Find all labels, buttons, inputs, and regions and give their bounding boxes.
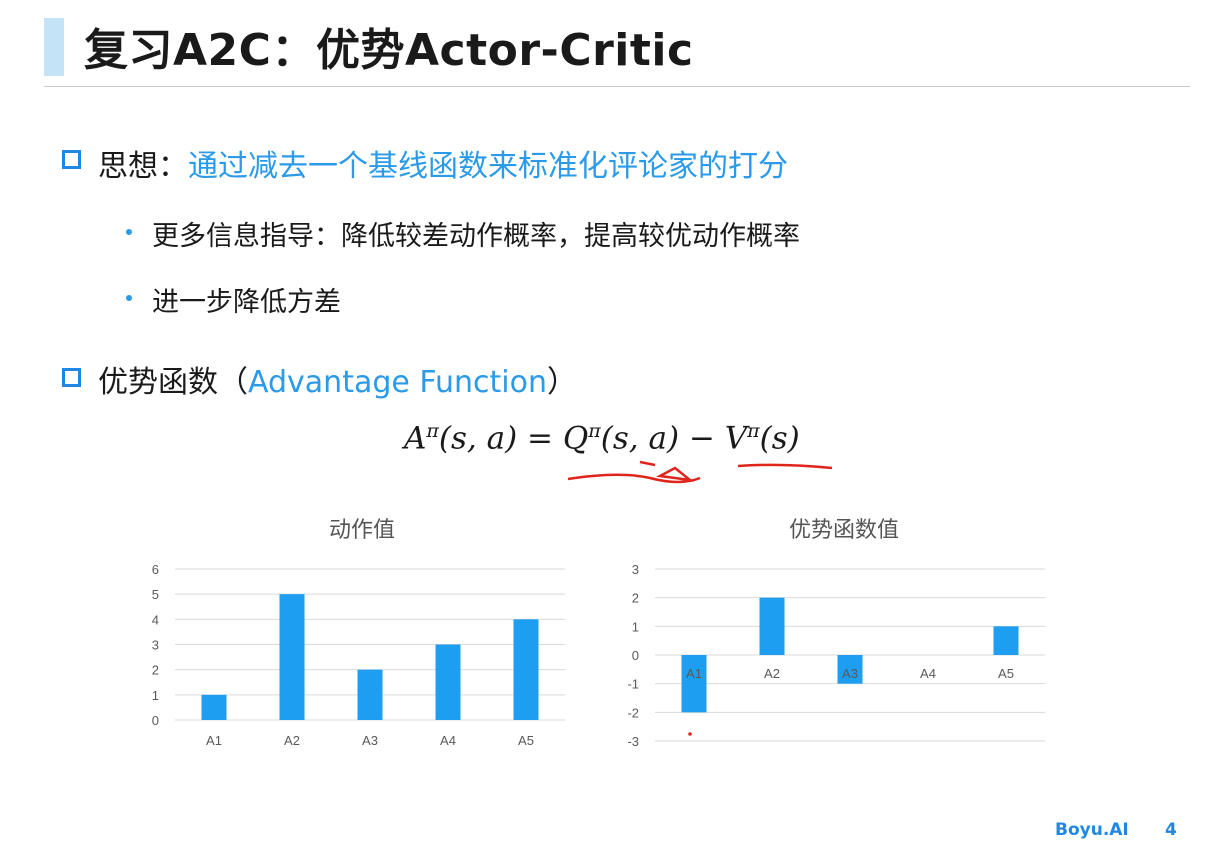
page-number: 4 [1165,820,1177,840]
x-tick-label: A3 [842,666,858,681]
y-tick-label: -2 [627,705,639,720]
bar-a1 [681,655,707,713]
y-tick-label: 3 [632,562,639,577]
bar-a5 [993,626,1019,655]
x-tick-label: A4 [920,666,936,681]
y-tick-label: -1 [627,677,639,692]
y-tick-label: 0 [632,648,639,663]
footer-brand: Boyu.AI [1055,820,1129,840]
y-tick-label: 2 [632,591,639,606]
x-tick-label: A1 [686,666,702,681]
bar-a2 [759,597,785,655]
x-tick-label: A2 [764,666,780,681]
y-tick-label: 1 [632,619,639,634]
x-tick-label: A5 [998,666,1014,681]
advantage-value-chart: -3 -2 -1 0 1 2 3 A1 A2 A3 A4 A5 [627,562,1045,749]
y-tick-label: -3 [627,734,639,749]
